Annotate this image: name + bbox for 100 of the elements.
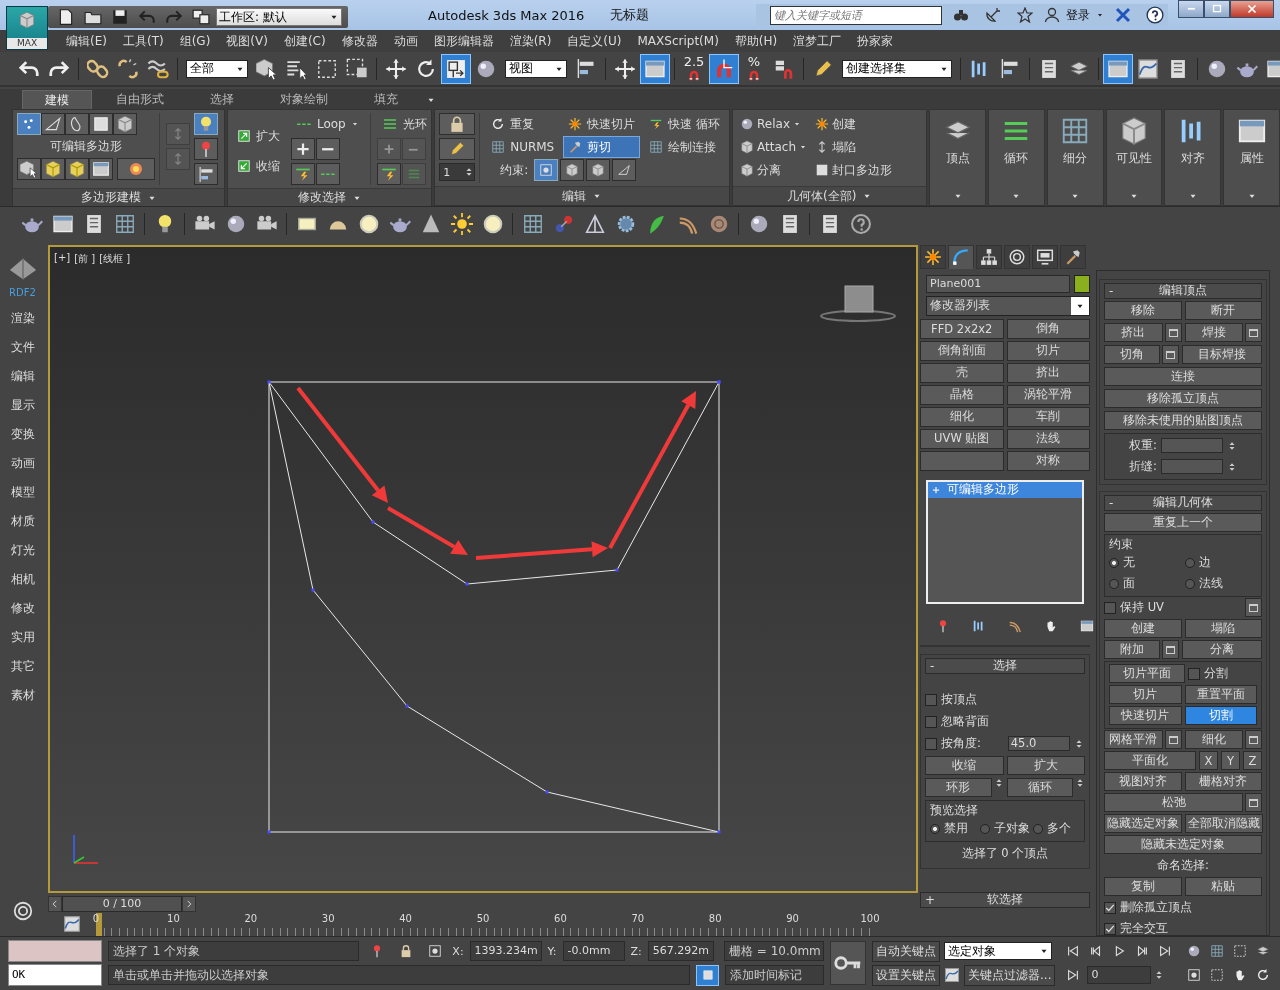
coordinate-field[interactable]: 567.292m [647, 941, 714, 962]
viewport-label[interactable]: [前 ] [74, 251, 96, 266]
rollout-button[interactable]: 切割 [1184, 706, 1257, 726]
modifier-button[interactable]: FFD 2x2x2 [920, 318, 1004, 339]
modifier-button[interactable]: UVW 贴图 [920, 428, 1004, 449]
rollout-button[interactable]: 目标焊接 [1181, 345, 1262, 365]
ribbon-button[interactable]: 分离 [737, 159, 811, 182]
menu-item[interactable]: 扮家家 [849, 32, 902, 50]
number-field[interactable]: 45.0 [1007, 736, 1070, 752]
rollout-button[interactable]: 附加 [1104, 640, 1160, 660]
rollout-button[interactable]: 切角 [1104, 345, 1160, 365]
menu-item[interactable]: 创建(C) [275, 32, 334, 50]
key-filters-button[interactable]: 关键点过滤器... [964, 964, 1056, 986]
ribbon-button[interactable]: 快速 循环 [644, 113, 726, 136]
sidebar-item[interactable]: 修改 [10, 593, 35, 623]
ribbon-button[interactable]: 绘制连接 [644, 136, 726, 159]
modifier-button[interactable]: 法线 [1006, 428, 1090, 449]
axis-button[interactable]: X [1199, 751, 1218, 771]
rollout-button[interactable]: 断开 [1184, 301, 1262, 321]
modifier-button[interactable]: 切片 [1006, 340, 1090, 361]
modifier-button[interactable]: 壳 [920, 362, 1004, 383]
rollout-button[interactable]: 循环 [1006, 778, 1073, 798]
menu-item[interactable]: 编辑(E) [58, 32, 115, 50]
frame-field[interactable]: 0 [1087, 966, 1152, 985]
menu-item[interactable]: 视图(V) [218, 32, 276, 50]
rollout-button[interactable]: 创建 [1104, 619, 1182, 639]
sidebar-item[interactable]: 材质 [10, 506, 35, 536]
ribbon-large-button[interactable]: 可见性 [1105, 109, 1163, 207]
viewport-label[interactable]: [线框 ] [99, 251, 131, 266]
rollout-button[interactable]: 重复上一个 [1104, 513, 1262, 533]
rollout-button[interactable]: 网格平滑 [1104, 730, 1163, 750]
ribbon-button[interactable]: 快速切片 [563, 113, 641, 136]
snap-toggle-button[interactable]: % [739, 53, 769, 84]
modifier-button[interactable]: 涡轮平滑 [1006, 384, 1090, 405]
ribbon-large-button[interactable]: 属性 [1223, 109, 1280, 207]
menu-item[interactable]: 工具(T) [114, 32, 172, 50]
rollout-button[interactable]: 塌陷 [1184, 619, 1262, 639]
ribbon-button[interactable]: 剪切 [563, 136, 641, 159]
toolbar-dropdown[interactable]: 全部 [186, 59, 248, 78]
stack-item[interactable]: 可编辑多边形 [928, 481, 1082, 498]
rollout-button[interactable]: 切片 [1109, 685, 1182, 705]
set-key-mode-button[interactable]: 设置关键点 [872, 964, 940, 986]
toolbar-dropdown[interactable]: 视图 [505, 59, 567, 78]
ribbon-button[interactable]: 封口多边形 [812, 159, 896, 182]
rollout-button[interactable]: 环形 [925, 778, 992, 798]
ribbon-button[interactable]: 收缩 [232, 155, 286, 178]
modifier-button[interactable]: 对称 [1006, 450, 1090, 471]
rollout-button[interactable]: 全部取消隐藏 [1185, 814, 1263, 834]
object-name-field[interactable]: Plane001 [926, 274, 1070, 293]
ribbon-tab[interactable]: 选择 [188, 90, 256, 110]
rollout-button[interactable]: 切片平面 [1109, 664, 1185, 684]
rollout-button[interactable]: 移除孤立顶点 [1104, 389, 1262, 409]
sidebar-item[interactable]: 显示 [10, 390, 35, 420]
modifier-button[interactable]: 挤出 [1006, 362, 1090, 383]
key-mode-dropdown[interactable]: 选定对象 [944, 942, 1052, 961]
rollout-button[interactable]: 细化 [1184, 730, 1243, 750]
sidebar-item[interactable]: 文件 [10, 332, 35, 362]
rollout-button[interactable]: 扩大 [1006, 756, 1085, 776]
rollout-header[interactable]: - 编辑几何体 [1104, 494, 1262, 511]
sidebar-item[interactable]: 动画 [10, 448, 35, 478]
sidebar-item[interactable]: 编辑 [10, 361, 35, 391]
sidebar-item[interactable]: 渲染 [10, 303, 35, 333]
coordinate-field[interactable]: -0.0mm [562, 941, 625, 962]
modifier-button[interactable]: 车削 [1006, 406, 1090, 427]
menu-item[interactable]: 修改器 [333, 32, 386, 50]
ribbon-button[interactable]: Relax [737, 113, 811, 136]
menu-item[interactable]: 自定义(U) [559, 32, 630, 50]
ribbon-tab[interactable]: 对象绘制 [258, 90, 350, 110]
rollout-button[interactable]: 移除未使用的贴图顶点 [1104, 411, 1262, 431]
app-menu-button[interactable]: MAX [6, 6, 48, 50]
search-field[interactable]: 键入关键字或短语 [770, 5, 942, 25]
rollout-button[interactable]: 重置平面 [1184, 685, 1257, 705]
rollout-button[interactable]: 隐藏选定对象 [1104, 814, 1182, 834]
rollout-button[interactable]: 快速切片 [1109, 706, 1182, 726]
modifier-button[interactable]: 细化 [920, 406, 1004, 427]
snap-toggle-button[interactable]: 2.5 [679, 53, 709, 84]
rollout-button[interactable]: 收缩 [925, 756, 1004, 776]
auto-key-button[interactable]: 自动关键点 [872, 940, 940, 962]
sidebar-item[interactable]: 相机 [10, 564, 35, 594]
sidebar-item[interactable]: 灯光 [10, 535, 35, 565]
time-slider-thumb[interactable]: 0 / 100 [62, 895, 182, 912]
ribbon-large-button[interactable]: 细分 [1046, 109, 1104, 207]
viewport-label[interactable]: [+] [54, 251, 71, 266]
ribbon-button[interactable]: NURMS [486, 136, 560, 159]
rollout-button[interactable]: 粘贴 [1184, 877, 1262, 897]
script-listener-output[interactable]: OK [8, 964, 102, 987]
menu-item[interactable]: 图形编辑器 [425, 32, 502, 50]
ribbon-large-button[interactable]: 顶点 [929, 109, 987, 207]
ribbon-button[interactable]: 重复 [486, 113, 560, 136]
rollout-header[interactable]: - 选择 [925, 657, 1085, 674]
toolbar-dropdown[interactable]: 创建选择集 [842, 59, 952, 78]
rollout-header[interactable]: - 编辑顶点 [1104, 282, 1262, 299]
rollout-button[interactable]: 隐藏未选定对象 [1104, 835, 1262, 855]
rollout-button[interactable]: 视图对齐 [1104, 772, 1182, 792]
ribbon-tab[interactable]: 自由形式 [94, 90, 186, 110]
ribbon-button[interactable]: 扩大 [232, 125, 286, 148]
menu-item[interactable]: 组(G) [171, 32, 219, 50]
rollout-button[interactable]: 分离 [1181, 640, 1262, 660]
sidebar-item[interactable]: 素材 [10, 680, 35, 710]
sidebar-item[interactable]: 变换 [10, 419, 35, 449]
